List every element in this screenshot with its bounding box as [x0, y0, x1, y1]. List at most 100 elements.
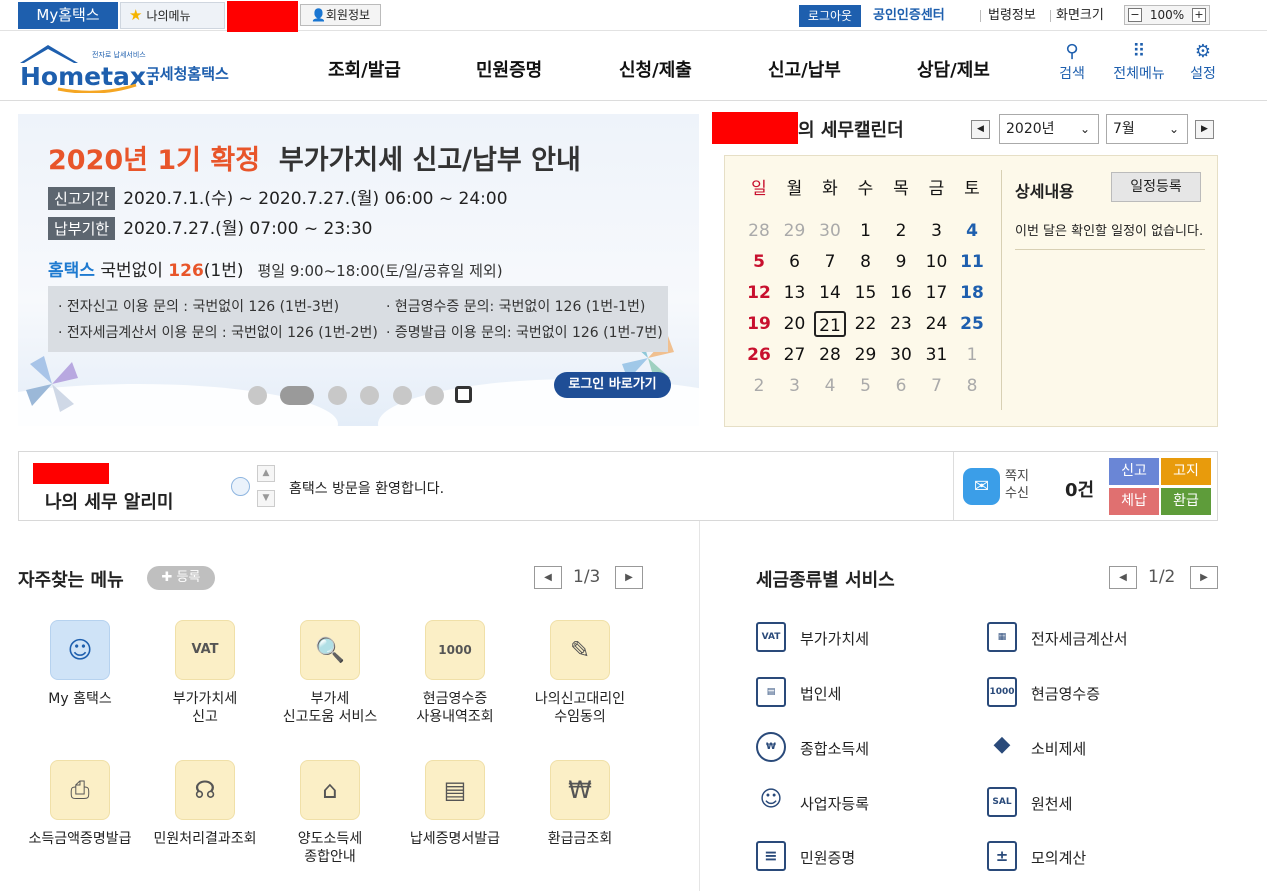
- tax-income[interactable]: ₩ 종합소득세: [756, 732, 956, 764]
- slide-dot[interactable]: [248, 386, 267, 405]
- slide-dot[interactable]: [328, 386, 347, 405]
- calendar-day[interactable]: 29: [779, 218, 811, 244]
- nav-report-pay[interactable]: 신고/납부: [768, 56, 841, 82]
- calendar-day[interactable]: 31: [921, 342, 953, 368]
- tax-vat[interactable]: VAT 부가가치세: [756, 622, 956, 654]
- calendar-day[interactable]: 7: [921, 373, 953, 399]
- calendar-next-button[interactable]: ▶: [1195, 120, 1214, 139]
- my-menu-button[interactable]: ★ 나의메뉴: [120, 2, 225, 29]
- calendar-day[interactable]: 11: [956, 249, 988, 275]
- quick-tax-cert[interactable]: ▤ 납세증명서발급: [393, 760, 517, 848]
- arrears-badge[interactable]: 체납: [1109, 488, 1159, 515]
- calendar-day[interactable]: 1: [850, 218, 882, 244]
- alarm-up-button[interactable]: ▲: [257, 465, 275, 482]
- calendar-day[interactable]: 8: [850, 249, 882, 275]
- tax-e-invoice[interactable]: ▦ 전자세금계산서: [987, 622, 1187, 654]
- nav-apply-submit[interactable]: 신청/제출: [619, 56, 692, 82]
- slide-dot[interactable]: [360, 386, 379, 405]
- slide-stop-button[interactable]: [455, 386, 472, 403]
- calendar-day[interactable]: 30: [814, 218, 846, 244]
- all-menu-tool[interactable]: ⠿ 전체메뉴: [1108, 41, 1170, 83]
- calendar-day-today[interactable]: 21: [814, 311, 846, 337]
- member-info-button[interactable]: 👤회원정보: [300, 4, 381, 26]
- nav-inquiry-issue[interactable]: 조회/발급: [328, 56, 401, 82]
- tax-consumption[interactable]: ◆ 소비제세: [987, 732, 1187, 764]
- tax-civil-certificate[interactable]: ≡ 민원증명: [756, 841, 956, 873]
- quick-cash-receipt[interactable]: 1000 현금영수증 사용내역조회: [393, 620, 517, 726]
- login-shortcut-button[interactable]: 로그인 바로가기: [554, 372, 671, 398]
- slide-dot[interactable]: [425, 386, 444, 405]
- zoom-in-button[interactable]: +: [1192, 8, 1206, 22]
- calendar-day[interactable]: 3: [921, 218, 953, 244]
- tax-cash-receipt[interactable]: 1000 현금영수증: [987, 677, 1187, 709]
- quick-menu-register-button[interactable]: ✚ 등록: [147, 566, 215, 590]
- calendar-day[interactable]: 23: [885, 311, 917, 337]
- calendar-day[interactable]: 5: [850, 373, 882, 399]
- calendar-day[interactable]: 29: [850, 342, 882, 368]
- quick-menu-next-button[interactable]: ▶: [615, 566, 643, 589]
- cert-center-link[interactable]: 공인인증센터: [873, 5, 945, 27]
- my-hometax-button[interactable]: My홈택스: [18, 2, 118, 29]
- calendar-day[interactable]: 28: [743, 218, 775, 244]
- alarm-stop-button[interactable]: [231, 477, 250, 496]
- quick-civil-result[interactable]: ☊ 민원처리결과조회: [143, 760, 267, 848]
- calendar-day[interactable]: 4: [814, 373, 846, 399]
- tax-withholding[interactable]: SAL 원천세: [987, 787, 1187, 819]
- report-badge[interactable]: 신고: [1109, 458, 1159, 485]
- calendar-day[interactable]: 1: [956, 342, 988, 368]
- tax-corporate[interactable]: ▤ 법인세: [756, 677, 956, 709]
- promo-banner[interactable]: 2020년 1기 확정 부가가치세 신고/납부 안내 신고기간 2020.7.1.…: [18, 114, 699, 426]
- zoom-out-button[interactable]: −: [1128, 8, 1142, 22]
- calendar-day[interactable]: 28: [814, 342, 846, 368]
- hometax-logo[interactable]: 전자로 납세서비스 Hometax. 국세청홈택스: [18, 41, 243, 94]
- quick-menu-prev-button[interactable]: ◀: [534, 566, 562, 589]
- calendar-day[interactable]: 24: [921, 311, 953, 337]
- law-info-link[interactable]: 법령정보: [988, 5, 1036, 27]
- calendar-day[interactable]: 9: [885, 249, 917, 275]
- calendar-day[interactable]: 13: [779, 280, 811, 306]
- year-select[interactable]: 2020년 ⌄: [999, 114, 1099, 144]
- calendar-day[interactable]: 15: [850, 280, 882, 306]
- quick-income-cert[interactable]: ⎙ 소득금액증명발급: [18, 760, 142, 848]
- quick-agent-consent[interactable]: ✎ 나의신고대리인 수임동의: [518, 620, 642, 726]
- quick-vat-help[interactable]: 🔍 부가세 신고도움 서비스: [268, 620, 392, 726]
- quick-vat-report[interactable]: VAT 부가가치세 신고: [143, 620, 267, 726]
- calendar-day[interactable]: 5: [743, 249, 775, 275]
- refund-badge[interactable]: 환급: [1161, 488, 1211, 515]
- slide-dot-active[interactable]: [280, 386, 314, 405]
- calendar-day[interactable]: 7: [814, 249, 846, 275]
- nav-consult-report[interactable]: 상담/제보: [917, 56, 990, 82]
- calendar-day[interactable]: 16: [885, 280, 917, 306]
- calendar-day[interactable]: 27: [779, 342, 811, 368]
- calendar-day[interactable]: 10: [921, 249, 953, 275]
- calendar-day[interactable]: 30: [885, 342, 917, 368]
- calendar-day[interactable]: 25: [956, 311, 988, 337]
- calendar-day[interactable]: 19: [743, 311, 775, 337]
- calendar-day[interactable]: 2: [885, 218, 917, 244]
- tax-services-next-button[interactable]: ▶: [1190, 566, 1218, 589]
- tax-services-prev-button[interactable]: ◀: [1109, 566, 1137, 589]
- month-select[interactable]: 7월 ⌄: [1106, 114, 1188, 144]
- schedule-register-button[interactable]: 일정등록: [1111, 172, 1201, 202]
- calendar-day[interactable]: 12: [743, 280, 775, 306]
- calendar-day[interactable]: 26: [743, 342, 775, 368]
- calendar-day[interactable]: 3: [779, 373, 811, 399]
- alarm-down-button[interactable]: ▼: [257, 490, 275, 507]
- search-tool[interactable]: ⚲ 검색: [1056, 41, 1088, 83]
- calendar-prev-button[interactable]: ◀: [971, 120, 990, 139]
- calendar-day[interactable]: 8: [956, 373, 988, 399]
- calendar-day[interactable]: 18: [956, 280, 988, 306]
- quick-refund[interactable]: ₩ 환급금조회: [518, 760, 642, 848]
- calendar-day[interactable]: 6: [779, 249, 811, 275]
- calendar-day[interactable]: 14: [814, 280, 846, 306]
- quick-capital-gains[interactable]: ⌂ 양도소득세 종합안내: [268, 760, 392, 866]
- message-icon[interactable]: ✉: [963, 468, 1000, 505]
- calendar-day[interactable]: 6: [885, 373, 917, 399]
- calendar-day[interactable]: 2: [743, 373, 775, 399]
- notice-badge[interactable]: 고지: [1161, 458, 1211, 485]
- note-count[interactable]: 0건: [1065, 476, 1094, 502]
- tax-simulation[interactable]: ± 모의계산: [987, 841, 1187, 873]
- logout-button[interactable]: 로그아웃: [799, 5, 861, 27]
- calendar-day[interactable]: 4: [956, 218, 988, 244]
- calendar-day[interactable]: 20: [779, 311, 811, 337]
